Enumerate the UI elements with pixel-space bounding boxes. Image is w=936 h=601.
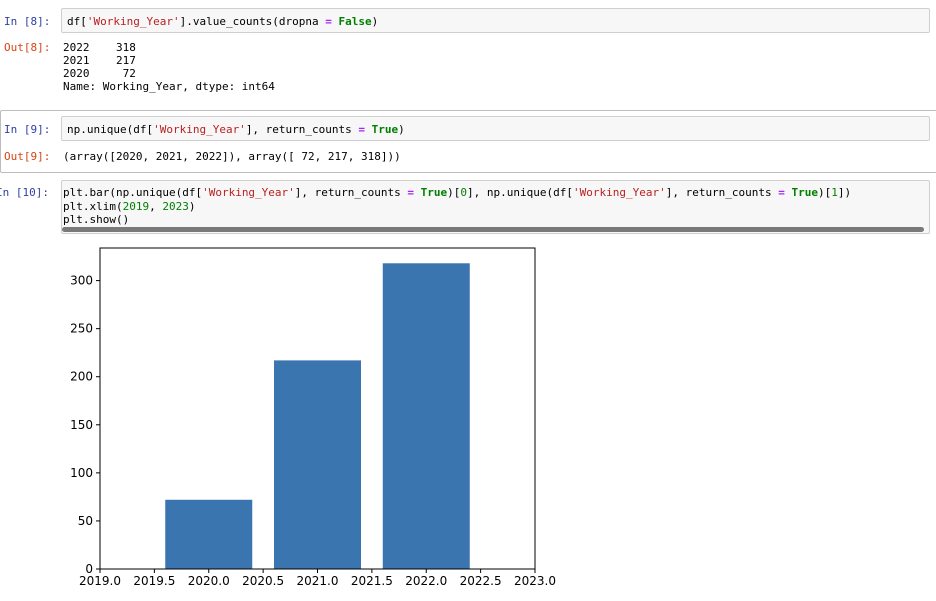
y-tick-label: 150: [70, 418, 93, 432]
bar-2021: [274, 360, 361, 569]
x-tick-label: 2021.5: [351, 574, 393, 588]
x-tick-label: 2020.0: [188, 574, 230, 588]
x-tick-label: 2022.5: [460, 574, 502, 588]
y-tick-label: 200: [70, 370, 93, 384]
x-tick-label: 2019.0: [79, 574, 121, 588]
y-tick-label: 300: [70, 274, 93, 288]
bar-2022: [382, 263, 470, 569]
x-tick-label: 2019.5: [133, 574, 175, 588]
x-tick-label: 2022.0: [405, 574, 447, 588]
x-tick-label: 2023.0: [514, 574, 556, 588]
bar-chart: 2019.0 2019.5 2020.0 2020.5 2021.0 2021.5 2022…: [70, 247, 556, 588]
x-tick-label: 2021.0: [297, 574, 339, 588]
y-tick-label: 250: [70, 322, 93, 336]
bar-2020: [165, 499, 253, 569]
y-tick-label: 0: [85, 562, 93, 576]
y-tick-label: 100: [70, 466, 93, 480]
y-tick-label: 50: [78, 514, 93, 528]
x-tick-label: 2020.5: [242, 574, 284, 588]
